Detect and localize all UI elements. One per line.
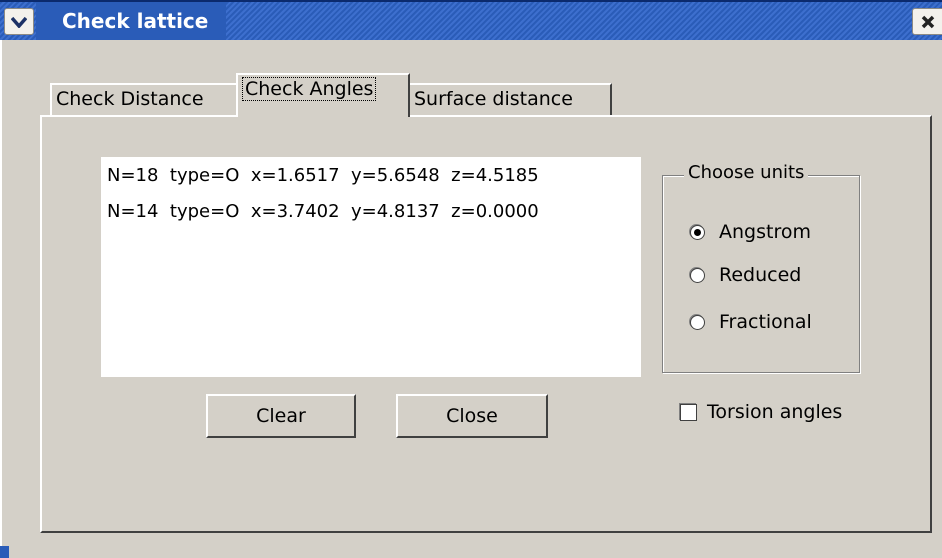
- torsion-angles-checkbox[interactable]: Torsion angles: [680, 401, 842, 423]
- checkbox-unchecked-icon[interactable]: [680, 403, 697, 421]
- tab-check-angles[interactable]: Check Angles: [236, 73, 410, 117]
- close-x-icon: [921, 15, 934, 28]
- atom-list[interactable]: N=18 type=O x=1.6517 y=5.6548 z=4.5185 N…: [100, 156, 642, 378]
- chevron-down-icon: [11, 16, 27, 28]
- window-left-edge: [0, 40, 10, 558]
- window-title: Check lattice: [62, 9, 209, 33]
- checkbox-label: Torsion angles: [707, 401, 843, 423]
- radio-empty-icon[interactable]: [690, 267, 705, 283]
- tab-surface-distance[interactable]: Surface distance: [408, 83, 612, 116]
- tab-label: Check Distance: [56, 88, 204, 110]
- tab-label: Check Angles: [242, 77, 377, 101]
- radio-selected-icon[interactable]: [690, 224, 705, 240]
- radio-reduced[interactable]: Reduced: [690, 264, 801, 286]
- tab-check-distance[interactable]: Check Distance: [50, 83, 238, 116]
- radio-label: Reduced: [719, 264, 802, 286]
- radio-label: Angstrom: [719, 221, 811, 243]
- radio-label: Fractional: [719, 311, 812, 333]
- tab-label: Surface distance: [414, 88, 573, 110]
- radio-angstrom[interactable]: Angstrom: [690, 221, 811, 243]
- radio-empty-icon[interactable]: [690, 314, 705, 330]
- close-button[interactable]: Close: [396, 394, 548, 438]
- window-close-button[interactable]: [912, 8, 942, 35]
- window-menu-button[interactable]: [4, 8, 34, 35]
- list-item[interactable]: N=18 type=O x=1.6517 y=5.6548 z=4.5185: [107, 165, 539, 186]
- clear-button[interactable]: Clear: [206, 394, 356, 438]
- units-legend: Choose units: [684, 162, 809, 183]
- list-item[interactable]: N=14 type=O x=3.7402 y=4.8137 z=0.0000: [107, 201, 539, 222]
- title-bar[interactable]: Check lattice: [0, 0, 942, 40]
- radio-fractional[interactable]: Fractional: [690, 311, 812, 333]
